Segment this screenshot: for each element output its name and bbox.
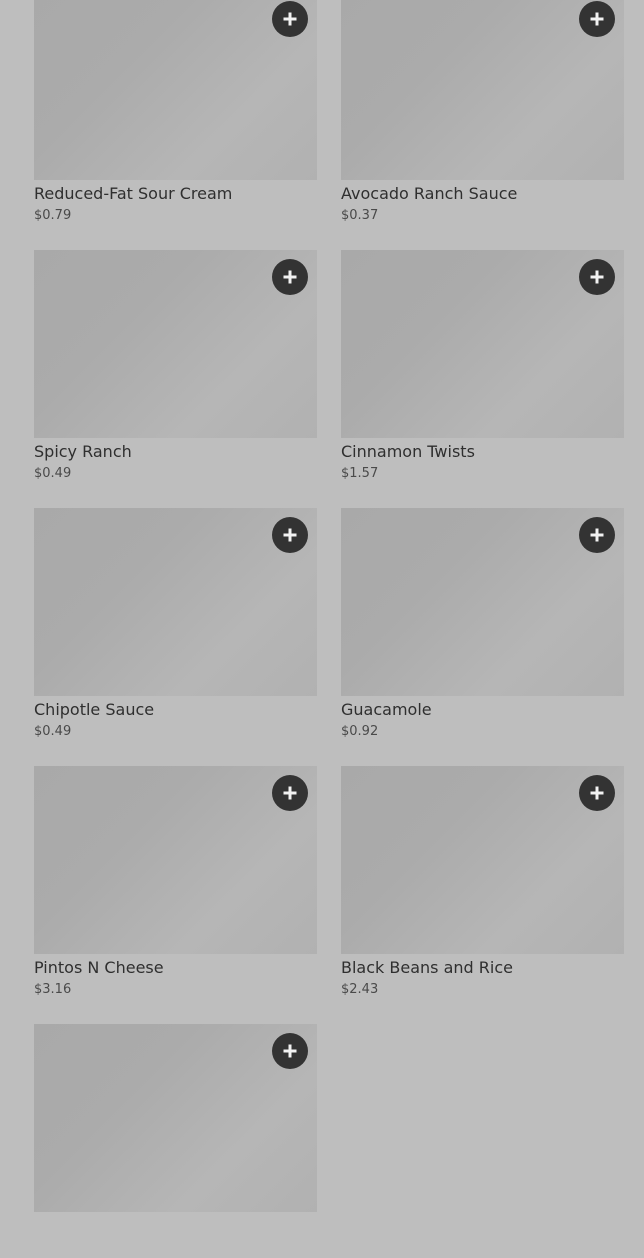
item-price: $2.43	[341, 982, 379, 997]
plus-icon	[283, 786, 297, 800]
item-image[interactable]	[34, 250, 317, 438]
menu-item-card[interactable]: Guacamole $0.92	[341, 508, 624, 742]
item-name[interactable]: Avocado Ranch Sauce	[341, 184, 624, 204]
plus-icon	[283, 12, 297, 26]
add-item-button[interactable]	[272, 775, 308, 811]
plus-icon	[283, 1044, 297, 1058]
add-item-button[interactable]	[272, 1033, 308, 1069]
item-price: $0.92	[341, 724, 379, 739]
menu-item-card[interactable]: Cinnamon Twists $1.57	[341, 250, 624, 484]
item-name[interactable]: Pintos N Cheese	[34, 958, 317, 978]
menu-item-card[interactable]: Avocado Ranch Sauce $0.37	[341, 0, 624, 226]
menu-item-card[interactable]: Black Beans and Rice $2.43	[341, 766, 624, 1000]
add-item-button[interactable]	[579, 517, 615, 553]
item-image[interactable]	[341, 508, 624, 696]
add-item-button[interactable]	[579, 775, 615, 811]
menu-item-card[interactable]: Chipotle Sauce $0.49	[34, 508, 317, 742]
menu-item-card[interactable]: Pintos N Cheese $3.16	[34, 766, 317, 1000]
item-price: $0.49	[34, 724, 72, 739]
item-image[interactable]	[34, 0, 317, 180]
plus-icon	[590, 12, 604, 26]
item-image[interactable]	[34, 1024, 317, 1212]
menu-item-card[interactable]	[34, 1024, 317, 1258]
add-item-button[interactable]	[272, 259, 308, 295]
item-image[interactable]	[34, 508, 317, 696]
item-name[interactable]: Reduced-Fat Sour Cream	[34, 184, 317, 204]
plus-icon	[283, 528, 297, 542]
item-name[interactable]: Spicy Ranch	[34, 442, 317, 462]
item-price: $3.16	[34, 982, 72, 997]
item-price: $0.79	[34, 208, 72, 223]
item-image[interactable]	[34, 766, 317, 954]
menu-item-card[interactable]: Reduced-Fat Sour Cream $0.79	[34, 0, 317, 226]
item-price: $0.37	[341, 208, 379, 223]
item-name[interactable]: Black Beans and Rice	[341, 958, 624, 978]
item-image[interactable]	[341, 0, 624, 180]
menu-items-grid: Reduced-Fat Sour Cream $0.79 Avocado Ran…	[34, 0, 624, 1258]
plus-icon	[590, 786, 604, 800]
plus-icon	[283, 270, 297, 284]
item-image[interactable]	[341, 766, 624, 954]
item-price: $0.49	[34, 466, 72, 481]
add-item-button[interactable]	[579, 1, 615, 37]
menu-item-card[interactable]: Spicy Ranch $0.49	[34, 250, 317, 484]
add-item-button[interactable]	[579, 259, 615, 295]
item-price: $1.57	[341, 466, 379, 481]
item-image[interactable]	[341, 250, 624, 438]
plus-icon	[590, 270, 604, 284]
item-name[interactable]: Chipotle Sauce	[34, 700, 317, 720]
plus-icon	[590, 528, 604, 542]
add-item-button[interactable]	[272, 517, 308, 553]
item-name[interactable]: Guacamole	[341, 700, 624, 720]
item-name[interactable]: Cinnamon Twists	[341, 442, 624, 462]
add-item-button[interactable]	[272, 1, 308, 37]
